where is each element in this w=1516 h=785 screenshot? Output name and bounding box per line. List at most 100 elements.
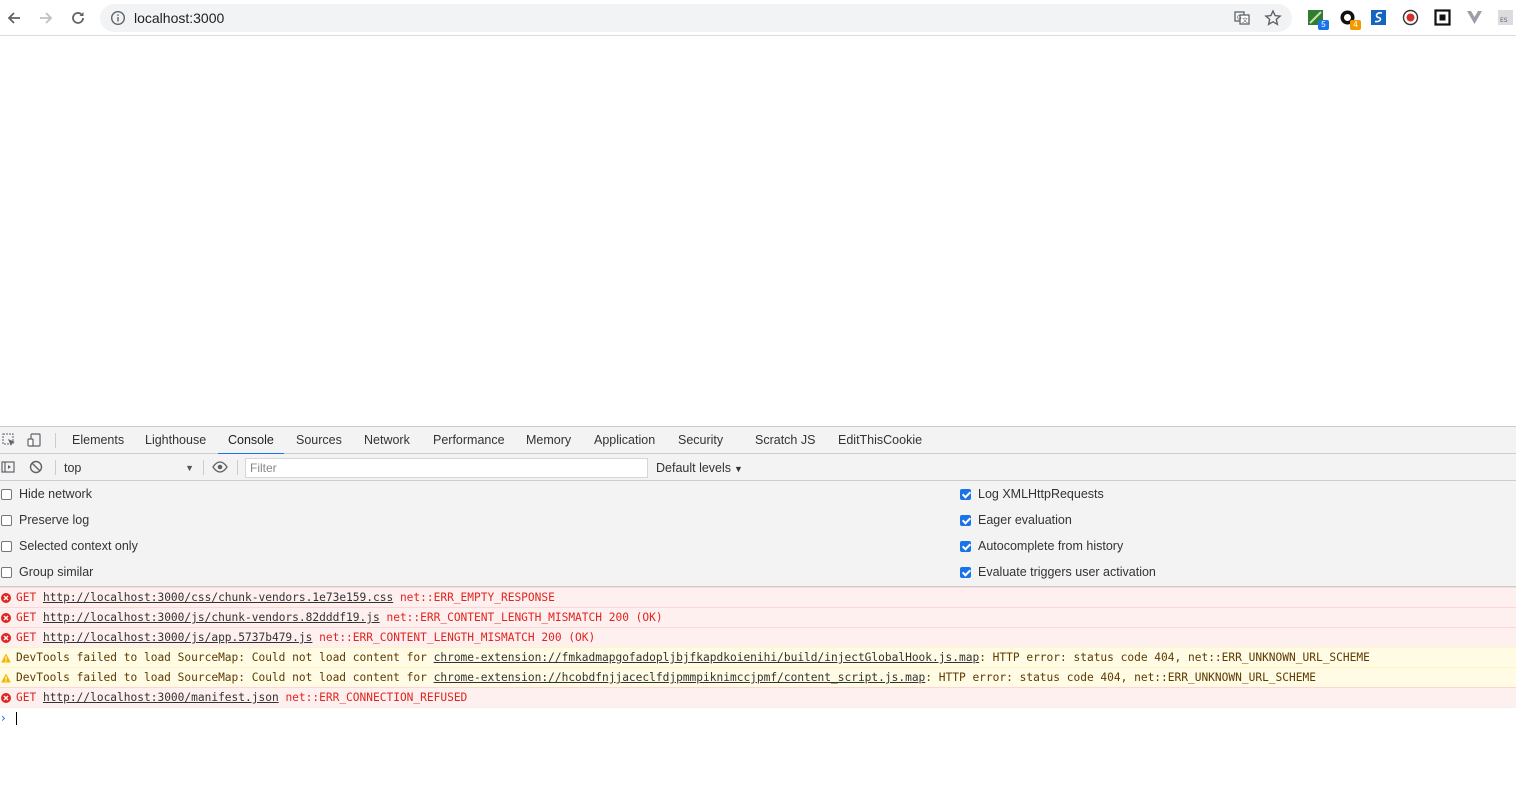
option-label: Group similar [19, 565, 94, 579]
message-prefix: GET [16, 631, 43, 644]
show-sidebar-icon[interactable] [1, 460, 15, 474]
message-prefix: DevTools failed to load SourceMap: Could… [16, 651, 434, 664]
message-link[interactable]: chrome-extension://fmkadmapgofadopljbjfk… [434, 651, 980, 664]
toolbar-divider [55, 460, 56, 475]
tab-elements[interactable]: Elements [72, 427, 124, 454]
log-levels-dropdown[interactable]: Default levels ▼ [656, 458, 743, 478]
eager-evaluation-option[interactable]: Eager evaluation [960, 507, 1072, 533]
tab-memory[interactable]: Memory [526, 427, 571, 454]
group-similar-checkbox[interactable] [1, 566, 12, 578]
dropdown-arrow-icon: ▼ [734, 464, 743, 474]
error-icon [1, 613, 11, 623]
green-book-extension-icon[interactable]: 5 [1307, 9, 1329, 30]
browser-toolbar: localhost:3000 G文 5 4 ES [0, 0, 1516, 36]
user-activation-option[interactable]: Evaluate triggers user activation [960, 559, 1156, 585]
tab-performance[interactable]: Performance [433, 427, 505, 454]
context-select[interactable]: top ▼ [64, 458, 194, 478]
console-toolbar: top ▼ Default levels▼ [0, 454, 1516, 481]
eye-icon[interactable] [212, 460, 228, 474]
log-xhr-checkbox[interactable] [960, 488, 971, 500]
option-label: Hide network [19, 487, 92, 501]
preserve-log-checkbox[interactable] [1, 514, 12, 526]
message-link[interactable]: chrome-extension://hcobdfnjjaceclfdjpmmp… [434, 671, 926, 684]
devtools-tabbar: Elements Lighthouse Console Sources Netw… [0, 427, 1516, 455]
tab-sources[interactable]: Sources [296, 427, 342, 454]
console-message-error: GET http://localhost:3000/css/chunk-vend… [0, 587, 1516, 607]
message-suffix: net::ERR_CONTENT_LENGTH_MISMATCH 200 (OK… [379, 611, 663, 624]
option-label: Selected context only [19, 539, 138, 553]
console-prompt[interactable]: › [0, 707, 1516, 727]
toolbar-divider [55, 433, 56, 448]
console-settings: Hide network Preserve log Selected conte… [0, 481, 1516, 587]
dropdown-arrow-icon: ▼ [185, 463, 194, 473]
device-toolbar-icon[interactable] [27, 433, 41, 447]
message-suffix: net::ERR_EMPTY_RESPONSE [393, 591, 555, 604]
console-message-error: GET http://localhost:3000/manifest.json … [0, 687, 1516, 707]
group-similar-option[interactable]: Group similar [1, 559, 93, 585]
autocomplete-history-checkbox[interactable] [960, 540, 971, 552]
user-activation-checkbox[interactable] [960, 566, 971, 578]
back-button[interactable] [2, 6, 26, 30]
forward-button[interactable] [34, 6, 58, 30]
autocomplete-history-option[interactable]: Autocomplete from history [960, 533, 1123, 559]
es-label: ES [1500, 17, 1508, 24]
tab-editthiscookie[interactable]: EditThisCookie [838, 427, 922, 454]
reload-button[interactable] [66, 6, 90, 30]
console-messages: GET http://localhost:3000/css/chunk-vend… [0, 587, 1516, 727]
context-value: top [64, 461, 82, 475]
message-link[interactable]: http://localhost:3000/css/chunk-vendors.… [43, 591, 393, 604]
message-link[interactable]: http://localhost:3000/manifest.json [43, 691, 279, 704]
translate-icon[interactable]: G文 [1234, 10, 1250, 26]
message-suffix: : HTTP error: status code 404, net::ERR_… [925, 671, 1316, 684]
info-icon[interactable] [110, 10, 126, 26]
tab-lighthouse[interactable]: Lighthouse [145, 427, 206, 454]
tab-security[interactable]: Security [678, 427, 723, 454]
log-xhr-option[interactable]: Log XMLHttpRequests [960, 481, 1104, 507]
toolbar-divider [203, 460, 204, 475]
tab-console[interactable]: Console [218, 427, 284, 455]
tab-application[interactable]: Application [594, 427, 655, 454]
hide-network-option[interactable]: Hide network [1, 481, 92, 507]
inspect-element-icon[interactable] [2, 433, 16, 447]
octopus-extension-icon[interactable]: 4 [1339, 9, 1361, 30]
address-bar[interactable]: localhost:3000 G文 [100, 4, 1292, 32]
hide-network-checkbox[interactable] [1, 488, 12, 500]
message-suffix: net::ERR_CONNECTION_REFUSED [278, 691, 468, 704]
message-prefix: GET [16, 591, 43, 604]
warning-icon [1, 653, 11, 663]
url-text[interactable]: localhost:3000 [134, 10, 224, 26]
console-message-error: GET http://localhost:3000/js/app.5737b47… [0, 627, 1516, 647]
vue-extension-icon[interactable] [1466, 9, 1483, 26]
log-levels-label: Default levels [656, 461, 732, 475]
selected-context-option[interactable]: Selected context only [1, 533, 138, 559]
eager-evaluation-checkbox[interactable] [960, 514, 971, 526]
tab-network[interactable]: Network [364, 427, 410, 454]
tab-scratch-js[interactable]: Scratch JS [755, 427, 815, 454]
red-circle-extension-icon[interactable] [1402, 9, 1419, 26]
error-icon [1, 693, 11, 703]
option-label: Eager evaluation [978, 513, 1072, 527]
text-caret [16, 712, 17, 725]
error-icon [1, 633, 11, 643]
reload-icon [72, 12, 84, 24]
es-extension-icon[interactable]: ES [1497, 9, 1514, 26]
toolbar-divider [237, 460, 238, 475]
selected-context-checkbox[interactable] [1, 540, 12, 552]
message-link[interactable]: http://localhost:3000/js/chunk-vendors.8… [43, 611, 380, 624]
option-label: Log XMLHttpRequests [978, 487, 1104, 501]
arrow-right-icon [40, 12, 53, 24]
page-viewport [0, 37, 1516, 426]
s-extension-icon[interactable] [1370, 9, 1387, 26]
preserve-log-option[interactable]: Preserve log [1, 507, 89, 533]
devtools-panel: Elements Lighthouse Console Sources Netw… [0, 426, 1516, 785]
clear-console-icon[interactable] [29, 460, 43, 474]
filter-input[interactable] [245, 458, 648, 478]
extension-badge: 4 [1350, 20, 1361, 30]
message-prefix: GET [16, 691, 43, 704]
message-prefix: DevTools failed to load SourceMap: Could… [16, 671, 434, 684]
extension-badge: 5 [1318, 20, 1329, 30]
square-extension-icon[interactable] [1434, 9, 1451, 26]
bookmark-star-icon[interactable] [1264, 9, 1282, 27]
message-link[interactable]: http://localhost:3000/js/app.5737b479.js [43, 631, 312, 644]
arrow-left-icon [7, 12, 20, 24]
